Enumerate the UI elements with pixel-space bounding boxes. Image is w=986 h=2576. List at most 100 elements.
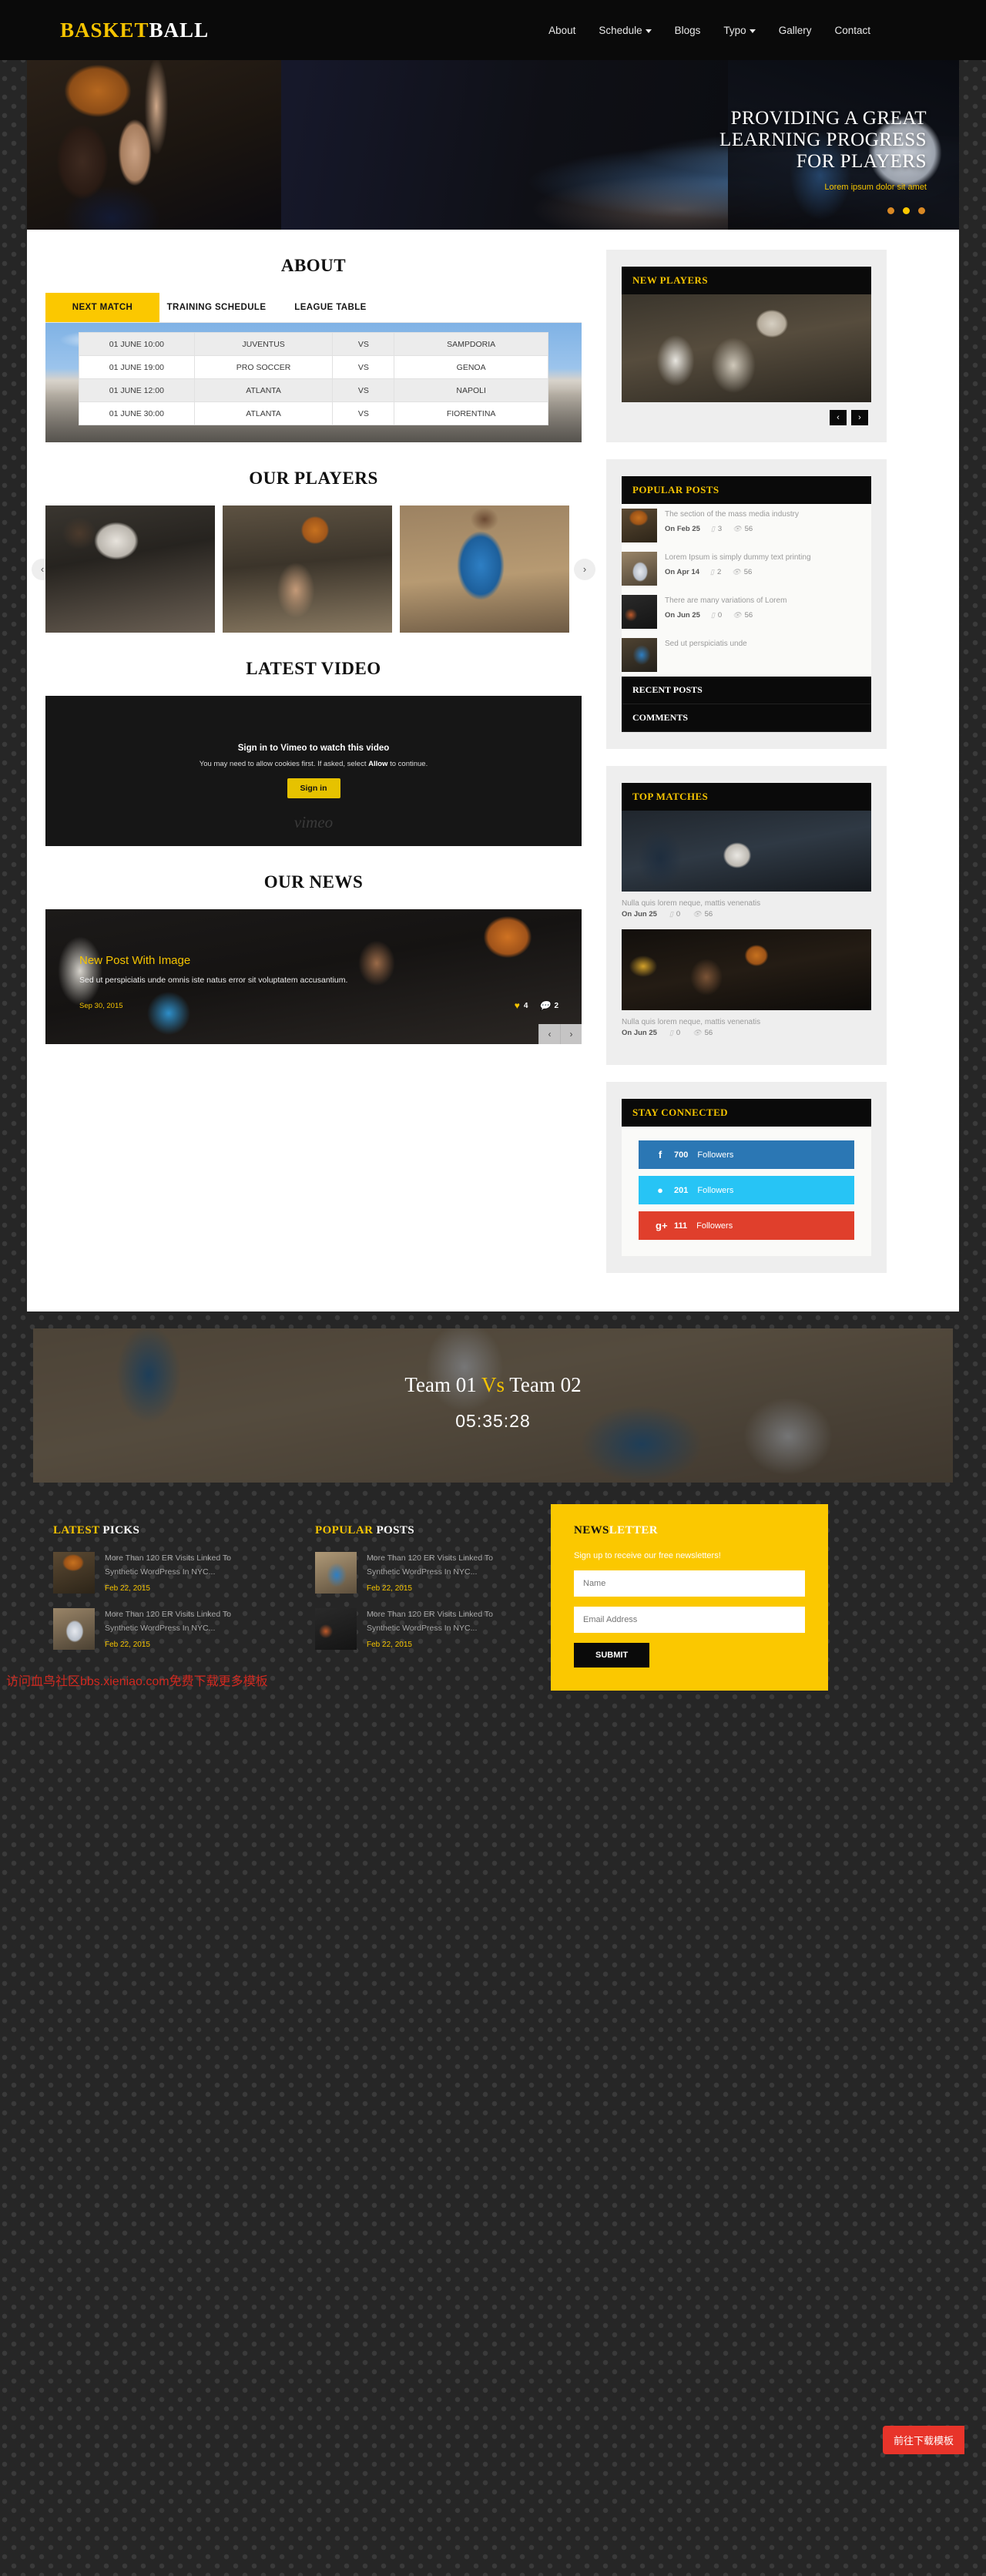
next-match-panel: 01 JUNE 10:00 JUVENTUS VS SAMPDORIA 01 J… <box>45 323 582 442</box>
top-match-meta: On Jun 25 ▯ 0 👁 56 <box>622 1029 871 1048</box>
player-card[interactable] <box>400 505 569 633</box>
hero-dot-2[interactable] <box>903 207 910 214</box>
hero-line-1: PROVIDING A GREAT <box>730 108 927 129</box>
team-one: Team 01 <box>404 1373 477 1396</box>
countdown-timer: 05:35:28 <box>455 1411 531 1431</box>
list-item[interactable]: There are many variations of Lorem On Ju… <box>622 590 871 633</box>
match-comments: ▯ 0 <box>669 1029 681 1037</box>
post-thumbnail <box>622 509 657 542</box>
footer-latest-picks-title: LATEST PICKS <box>53 1524 263 1537</box>
post-title: More Than 120 ER Visits Linked To Synthe… <box>105 1610 232 1633</box>
top-match-image[interactable] <box>622 929 871 1010</box>
match-vs: VS <box>332 378 395 402</box>
post-title: More Than 120 ER Visits Linked To Synthe… <box>367 1553 494 1577</box>
nav-item-blogs[interactable]: Blogs <box>675 25 701 36</box>
download-template-badge[interactable]: 前往下载模板 <box>882 2426 964 2454</box>
sidebar-tab-recent-posts[interactable]: RECENT POSTS <box>622 677 871 704</box>
players-carousel: ‹ › <box>32 505 595 633</box>
facebook-icon: f <box>658 1149 662 1160</box>
title-first: LATEST <box>53 1524 100 1537</box>
list-item[interactable]: Sed ut perspiciatis unde <box>622 633 871 677</box>
twitter-count: 201 <box>674 1185 689 1195</box>
top-match-image[interactable] <box>622 811 871 892</box>
comments-count: 2 <box>554 1001 558 1010</box>
tab-league-table[interactable]: LEAGUE TABLE <box>273 293 387 322</box>
post-thumbnail <box>622 638 657 672</box>
list-item[interactable]: More Than 120 ER Visits Linked To Synthe… <box>53 1552 263 1594</box>
title-first: NEWS <box>574 1524 609 1537</box>
widget-stay-connected: STAY CONNECTED f 700 Followers ● 201 Fol… <box>606 1082 887 1273</box>
newsletter-submit-button[interactable]: SUBMIT <box>574 1643 650 1668</box>
popular-posts-list: The section of the mass media industry O… <box>622 504 871 677</box>
likes-stat: ♥ 4 <box>515 1000 528 1011</box>
news-post-title[interactable]: New Post With Image <box>79 954 558 967</box>
nav-item-about[interactable]: About <box>548 25 575 36</box>
list-item[interactable]: More Than 120 ER Visits Linked To Synthe… <box>53 1608 263 1650</box>
post-date: Feb 22, 2015 <box>105 1640 150 1649</box>
list-item[interactable]: The section of the mass media industry O… <box>622 504 871 547</box>
chevron-down-icon <box>749 29 756 33</box>
news-post-meta: Sep 30, 2015 ♥ 4 💬 2 <box>79 1000 558 1011</box>
top-matches-heading: TOP MATCHES <box>622 783 871 811</box>
match-vs: VS <box>332 332 395 356</box>
match-time: 01 JUNE 12:00 <box>79 378 195 402</box>
likes-count: 4 <box>523 1001 528 1010</box>
players-title: OUR PLAYERS <box>249 469 378 488</box>
list-item[interactable]: More Than 120 ER Visits Linked To Synthe… <box>315 1552 525 1594</box>
twitter-label: Followers <box>697 1185 734 1195</box>
post-thumbnail <box>53 1552 95 1594</box>
match-away: NAPOLI <box>394 378 548 402</box>
newsletter-email-input[interactable] <box>574 1607 805 1633</box>
post-title: More Than 120 ER Visits Linked To Synthe… <box>367 1610 494 1633</box>
table-row: 01 JUNE 10:00 JUVENTUS VS SAMPDORIA <box>79 332 548 356</box>
new-players-prev-button[interactable]: ‹ <box>830 410 847 425</box>
hero-dot-1[interactable] <box>887 207 894 214</box>
nav-item-schedule[interactable]: Schedule <box>599 24 652 36</box>
tab-next-match[interactable]: NEXT MATCH <box>45 293 159 322</box>
nav-item-typo[interactable]: Typo <box>723 25 756 36</box>
nav-item-contact[interactable]: Contact <box>834 25 870 36</box>
news-prev-button[interactable]: ‹ <box>538 1024 560 1044</box>
list-item[interactable]: Lorem Ipsum is simply dummy text printin… <box>622 547 871 590</box>
player-card[interactable] <box>45 505 215 633</box>
heart-icon: ♥ <box>514 1000 520 1011</box>
chevron-down-icon <box>645 29 652 33</box>
news-nav: ‹ › <box>538 1024 582 1044</box>
news-post-desc: Sed ut perspiciatis unde omnis iste natu… <box>79 976 348 985</box>
footer-newsletter: NEWSLETTER Sign up to receive our free n… <box>551 1504 828 1691</box>
sidebar-tab-comments[interactable]: COMMENTS <box>622 704 871 732</box>
hero-dot-3[interactable] <box>918 207 925 214</box>
tab-training-schedule[interactable]: TRAINING SCHEDULE <box>159 293 273 322</box>
nav-label: Schedule <box>599 24 642 36</box>
hero-photo-left <box>27 60 281 230</box>
video-signin-heading: Sign in to Vimeo to watch this video <box>237 744 390 753</box>
video-player[interactable]: Sign in to Vimeo to watch this video You… <box>45 696 582 846</box>
new-players-next-button[interactable]: › <box>851 410 868 425</box>
newsletter-name-input[interactable] <box>574 1570 805 1597</box>
footer-latest-picks: LATEST PICKS More Than 120 ER Visits Lin… <box>27 1504 289 1691</box>
social-facebook-button[interactable]: f 700 Followers <box>639 1140 854 1169</box>
eye-icon: 👁 <box>693 1029 702 1036</box>
top-match-meta: On Jun 25 ▯ 0 👁 56 <box>622 910 871 929</box>
countdown-banner: Team 01 Vs Team 02 05:35:28 <box>33 1328 953 1483</box>
player-card[interactable] <box>223 505 392 633</box>
about-title: ABOUT <box>280 256 347 275</box>
social-googleplus-button[interactable]: g+ 111 Followers <box>639 1211 854 1240</box>
newsletter-subtitle: Sign up to receive our free newsletters! <box>574 1551 721 1560</box>
post-views: 👁 56 <box>733 610 753 620</box>
post-date: On Apr 14 <box>665 567 700 576</box>
google-plus-icon: g+ <box>656 1220 668 1231</box>
site-logo[interactable]: BASKETBALL <box>60 18 209 42</box>
widget-popular-posts: POPULAR POSTS The section of the mass me… <box>606 459 887 749</box>
list-item[interactable]: More Than 120 ER Visits Linked To Synthe… <box>315 1608 525 1650</box>
post-comments: ▯ 3 <box>710 524 723 533</box>
news-next-button[interactable]: › <box>560 1024 582 1044</box>
video-title: LATEST VIDEO <box>246 659 381 678</box>
players-next-button[interactable]: › <box>574 558 595 580</box>
video-signin-button[interactable]: Sign in <box>287 778 340 798</box>
nav-item-gallery[interactable]: Gallery <box>779 25 812 36</box>
facebook-count: 700 <box>674 1150 689 1160</box>
title-second: POSTS <box>373 1524 414 1537</box>
social-twitter-button[interactable]: ● 201 Followers <box>639 1176 854 1204</box>
page-root: BASKETBALL About Schedule Blogs Typo Gal… <box>0 0 986 2454</box>
